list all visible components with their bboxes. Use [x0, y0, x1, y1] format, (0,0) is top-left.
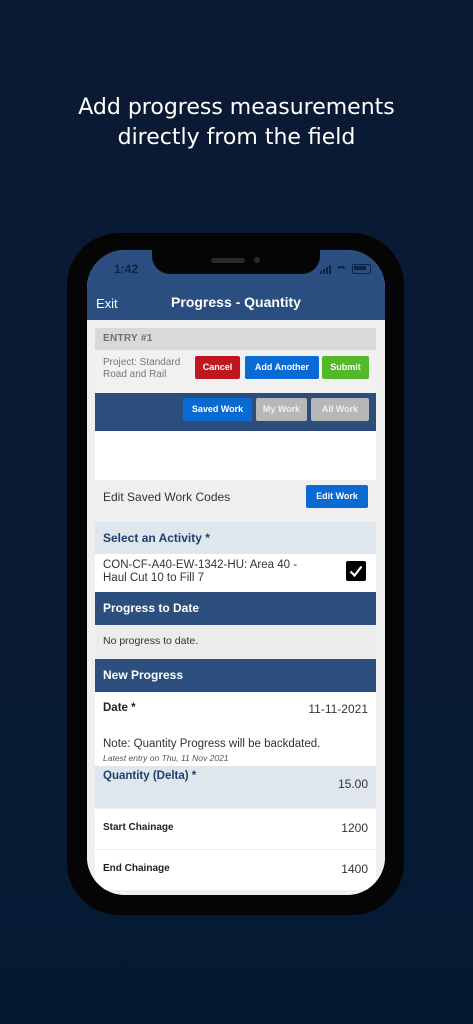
start-chainage-label: Start Chainage [103, 822, 174, 833]
tab-all-work[interactable]: All Work [311, 398, 369, 421]
headline-line-1: Add progress measurements [78, 95, 395, 120]
no-progress-text: No progress to date. [95, 625, 376, 658]
phone-screen: 1:42 Exit Progress - Quantity ENTRY #1 P… [87, 250, 385, 895]
saved-work-list [95, 431, 376, 480]
signal-icon [320, 265, 331, 274]
tab-my-work[interactable]: My Work [256, 398, 307, 421]
progress-to-date-heading: Progress to Date [95, 592, 376, 625]
select-activity-heading: Select an Activity * [95, 522, 376, 554]
activity-code: CON-CF-A40-EW-1342-HU: Area 40 - [103, 559, 298, 571]
date-label: Date * [103, 702, 136, 714]
marketing-headline: Add progress measurements directly from … [0, 93, 473, 153]
date-value[interactable]: 11-11-2021 [308, 702, 368, 716]
quantity-field[interactable]: Quantity (Delta) * 15.00 [95, 766, 376, 808]
add-another-button[interactable]: Add Another [245, 356, 319, 379]
start-chainage-input[interactable]: 1200 [341, 821, 368, 835]
phone-notch [152, 250, 320, 274]
project-row: Project: Standard Road and Rail Cancel A… [95, 350, 376, 394]
app-bar: 1:42 Exit Progress - Quantity [87, 250, 385, 320]
latest-entry-text: Latest entry on Thu, 11 Nov 2021 [103, 753, 229, 763]
end-chainage-input[interactable]: 1400 [341, 862, 368, 876]
front-camera [254, 257, 260, 263]
project-label: Project: Standard Road and Rail [103, 357, 181, 380]
quantity-label: Quantity (Delta) * [103, 770, 197, 782]
battery-icon [352, 264, 371, 274]
activity-description: Haul Cut 10 to Fill 7 [103, 572, 204, 584]
end-chainage-field[interactable]: End Chainage 1400 [95, 850, 376, 890]
start-chainage-field[interactable]: Start Chainage 1200 [95, 809, 376, 849]
status-time: 1:42 [114, 262, 139, 276]
work-tabs: Saved Work My Work All Work [95, 393, 376, 431]
edit-saved-label: Edit Saved Work Codes [103, 490, 231, 504]
edit-work-button[interactable]: Edit Work [306, 485, 368, 508]
cancel-button[interactable]: Cancel [195, 356, 240, 379]
wifi-icon [336, 266, 347, 274]
submit-button[interactable]: Submit [322, 356, 369, 379]
backdate-note: Note: Quantity Progress will be backdate… [103, 738, 321, 750]
activity-checkbox[interactable] [346, 561, 366, 581]
screen-title: Progress - Quantity [171, 294, 301, 310]
checkmark-icon [349, 565, 363, 578]
entry-heading: ENTRY #1 [95, 328, 376, 350]
date-field[interactable]: Date * 11-11-2021 Note: Quantity Progres… [95, 692, 376, 766]
status-icons [320, 264, 371, 274]
tab-saved-work[interactable]: Saved Work [183, 398, 252, 421]
end-chainage-label: End Chainage [103, 863, 170, 874]
quantity-input[interactable]: 15.00 [338, 777, 368, 791]
form-content: ENTRY #1 Project: Standard Road and Rail… [87, 320, 385, 895]
activity-label: CON-CF-A40-EW-1342-HU: Area 40 - Haul Cu… [103, 559, 323, 585]
speaker-grille [211, 258, 245, 263]
activity-row[interactable]: CON-CF-A40-EW-1342-HU: Area 40 - Haul Cu… [95, 554, 376, 592]
headline-line-2: directly from the field [117, 125, 356, 150]
edit-saved-row: Edit Saved Work Codes Edit Work [95, 480, 376, 520]
new-progress-heading: New Progress [95, 659, 376, 692]
